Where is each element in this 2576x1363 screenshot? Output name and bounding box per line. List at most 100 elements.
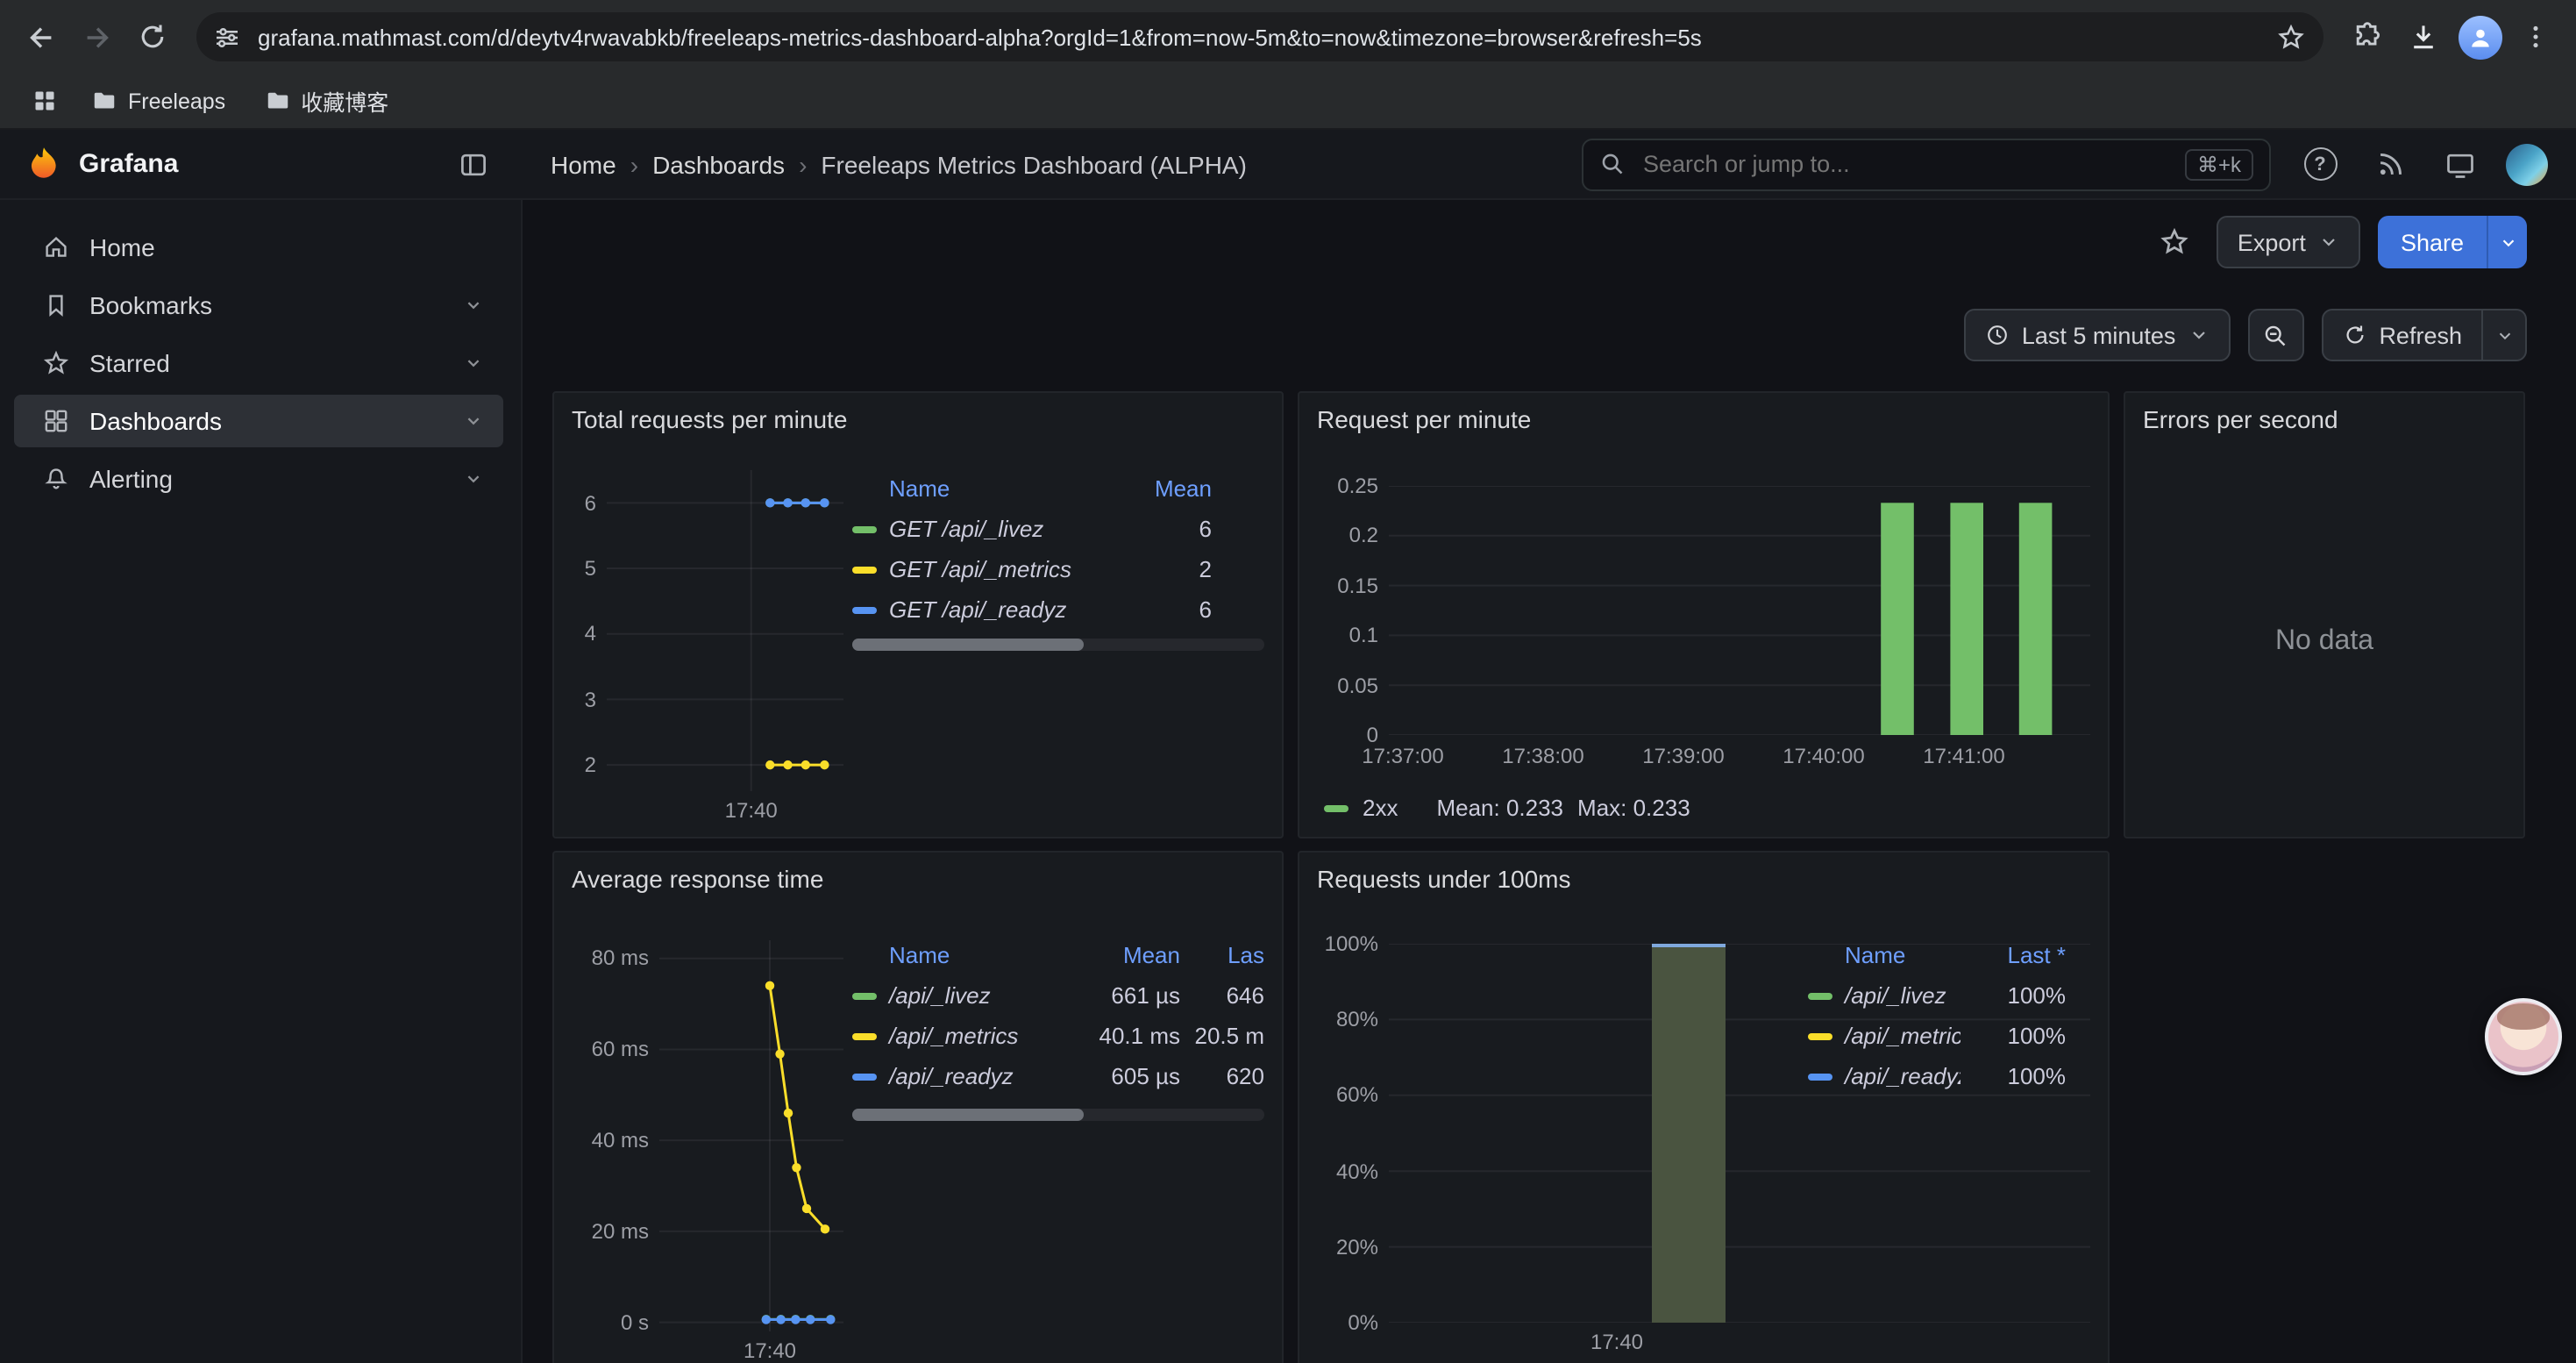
no-data-message: No data: [2125, 446, 2523, 837]
url-bar[interactable]: [196, 12, 2323, 61]
search-shortcut-hint: ⌘+k: [2185, 148, 2253, 180]
panel-errors-per-second: Errors per second No data: [2124, 391, 2525, 838]
sidebar-item-bookmarks[interactable]: Bookmarks: [14, 279, 503, 332]
bookmark-label: 收藏博客: [301, 84, 388, 118]
series-color-swatch: [852, 566, 877, 573]
extensions-button[interactable]: [2341, 11, 2394, 63]
downloads-button[interactable]: [2397, 11, 2450, 63]
refresh-icon: [2342, 323, 2366, 347]
legend-scrollbar[interactable]: [852, 639, 1264, 651]
bookmark-label: Freeleaps: [128, 89, 225, 113]
export-button[interactable]: Export: [2217, 216, 2360, 268]
legend-row: /api/_readyz 605 µs 620: [852, 1056, 1264, 1096]
sidebar-item-home[interactable]: Home: [14, 221, 503, 274]
dock-menu-button[interactable]: [449, 139, 498, 189]
browser-toolbar: [0, 0, 2576, 74]
legend-row: GET /api/_readyz 6: [852, 589, 1212, 630]
line-chart-average-response-time: 80 ms60 ms40 ms20 ms0 s17:40: [554, 853, 1282, 1363]
series-name: /api/_readyz: [1845, 1063, 1960, 1089]
apps-grid-button[interactable]: [21, 78, 67, 124]
assistant-avatar[interactable]: [2485, 998, 2562, 1075]
series-mean: 605 µs: [1068, 1063, 1180, 1089]
sidebar-item-label: Home: [89, 233, 155, 261]
sidebar-item-alerting[interactable]: Alerting: [14, 453, 503, 505]
series-mean: 40.1 ms: [1068, 1023, 1180, 1049]
legend-header-last[interactable]: Last *: [1960, 941, 2066, 967]
search-box[interactable]: ⌘+k: [1582, 138, 2271, 190]
zoom-out-button[interactable]: [2247, 309, 2303, 361]
legend-row: /api/_metrics 100%: [1808, 1016, 2066, 1056]
chevron-down-icon: [2318, 232, 2339, 253]
panel-requests-under-100ms: Requests under 100ms 100%80%60%40%20%0%1…: [1298, 851, 2110, 1363]
series-name: /api/_metrics: [889, 1023, 1018, 1049]
refresh-interval-button[interactable]: [2481, 310, 2525, 360]
series-last: 100%: [1960, 1023, 2066, 1049]
series-last: 100%: [1960, 982, 2066, 1009]
legend-header-name[interactable]: Name: [852, 941, 1068, 967]
apps-icon: [42, 407, 70, 435]
panel-request-per-minute: Request per minute 0.250.20.150.10.05017…: [1298, 391, 2110, 838]
time-range-label: Last 5 minutes: [2022, 322, 2176, 348]
series-color-swatch: [1808, 1032, 1832, 1039]
breadcrumb-home[interactable]: Home: [551, 150, 616, 178]
news-button[interactable]: [2366, 139, 2415, 189]
monitor-icon[interactable]: [2436, 139, 2485, 189]
chevron-down-icon: [461, 351, 486, 375]
forward-button[interactable]: [70, 11, 123, 63]
series-name[interactable]: 2xx: [1363, 795, 1398, 821]
bookmark-star-icon[interactable]: [2276, 22, 2306, 52]
series-name: /api/_livez: [889, 982, 991, 1009]
profile-avatar: [2458, 15, 2501, 59]
series-mean: 6: [1107, 596, 1212, 623]
series-last: 100%: [1960, 1063, 2066, 1089]
home-icon: [42, 233, 70, 261]
series-name: GET /api/_livez: [889, 516, 1043, 542]
help-icon: [2303, 147, 2337, 181]
back-button[interactable]: [14, 11, 67, 63]
dashboard-canvas: Total requests per minute 6543217:40 Nam…: [523, 391, 2576, 1363]
refresh-label: Refresh: [2379, 322, 2462, 348]
sidebar-item-label: Alerting: [89, 465, 173, 493]
series-last: 620: [1180, 1063, 1264, 1089]
chevron-right-icon: [799, 150, 807, 178]
site-settings-icon[interactable]: [214, 24, 240, 50]
sidebar-item-starred[interactable]: Starred: [14, 337, 503, 389]
legend-header-mean[interactable]: Mean: [1107, 475, 1212, 501]
series-last: 646: [1180, 982, 1264, 1009]
legend-header-name[interactable]: Name: [1808, 941, 1960, 967]
user-avatar[interactable]: [2506, 143, 2548, 185]
share-button[interactable]: Share: [2378, 216, 2487, 268]
star-icon: [42, 349, 70, 377]
breadcrumb-current: Freeleaps Metrics Dashboard (ALPHA): [821, 150, 1247, 178]
series-last: 20.5 m: [1180, 1023, 1264, 1049]
legend-table: Name Mean GET /api/_livez 6 GET /api/_me…: [852, 467, 1212, 630]
legend-scrollbar[interactable]: [852, 1109, 1264, 1121]
bookmark-blog[interactable]: 收藏博客: [250, 79, 402, 123]
search-input[interactable]: [1640, 149, 2171, 179]
browser-menu-button[interactable]: [2509, 11, 2562, 63]
series-color-swatch: [1808, 1073, 1832, 1080]
series-name: GET /api/_readyz: [889, 596, 1066, 623]
series-name: /api/_metrics: [1845, 1023, 1960, 1049]
refresh-button[interactable]: Refresh: [2323, 310, 2481, 360]
legend-header-mean[interactable]: Mean: [1068, 941, 1180, 967]
series-color-swatch: [852, 992, 877, 999]
legend-header-last[interactable]: Las: [1180, 941, 1264, 967]
breadcrumb-dashboards[interactable]: Dashboards: [652, 150, 785, 178]
url-input[interactable]: [254, 22, 2262, 52]
sidebar-item-dashboards[interactable]: Dashboards: [14, 395, 503, 447]
grafana-logo[interactable]: [25, 145, 63, 183]
series-color-swatch: [852, 606, 877, 613]
favorite-star-button[interactable]: [2150, 218, 2199, 267]
legend-header-name[interactable]: Name: [852, 475, 1107, 501]
clock-icon: [1985, 323, 2010, 347]
chevron-down-icon: [461, 409, 486, 433]
share-menu-button[interactable]: [2487, 216, 2527, 268]
time-range-button[interactable]: Last 5 minutes: [1964, 309, 2231, 361]
export-label: Export: [2238, 229, 2306, 255]
help-button[interactable]: [2295, 139, 2345, 189]
profile-button[interactable]: [2453, 11, 2506, 63]
bookmark-freeleaps[interactable]: Freeleaps: [77, 82, 239, 119]
series-name: /api/_readyz: [889, 1063, 1014, 1089]
reload-button[interactable]: [126, 11, 179, 63]
